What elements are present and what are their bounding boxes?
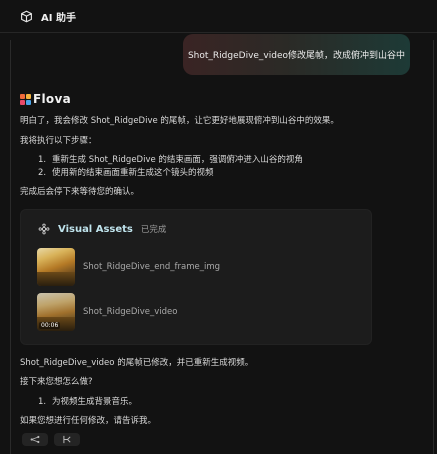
flova-logo-mark <box>20 93 31 105</box>
status-badge: 已完成 <box>140 225 167 235</box>
flova-logo: Flova <box>20 92 71 106</box>
assistant-header: AI 助手 <box>0 0 437 33</box>
next-question: 接下来您想怎么做? <box>20 377 93 387</box>
asset-name: Shot_RidgeDive_video <box>83 307 178 317</box>
assets-icon <box>38 223 50 235</box>
share-button[interactable] <box>22 433 48 446</box>
list-item: 1. 为视频生成背景音乐。 <box>38 397 138 407</box>
visual-assets-card: Visual Assets 已完成 Shot_RidgeDive_end_fra… <box>20 209 372 345</box>
steps-title: 我将执行以下步骤： <box>20 136 97 146</box>
user-message-bubble: Shot_RidgeDive_video修改尾帧，改成俯冲到山谷中 <box>183 34 410 75</box>
chat-frame-right <box>433 40 434 454</box>
closing-text: 如果您想进行任何修改，请告诉我。 <box>20 416 157 426</box>
user-message-text: Shot_RidgeDive_video修改尾帧，改成俯冲到山谷中 <box>187 51 406 61</box>
asset-thumbnail <box>37 248 75 286</box>
header-title: AI 助手 <box>41 12 76 24</box>
result-text: Shot_RidgeDive_video 的尾帧已修改，并已重新生成视频。 <box>20 358 254 368</box>
card-header: Visual Assets 已完成 <box>38 223 166 235</box>
video-duration: 00:06 <box>39 322 61 329</box>
branch-icon <box>62 435 71 444</box>
share-icon <box>30 435 40 444</box>
list-item: 1. 重新生成 Shot_RidgeDive 的结束画面，强调俯冲进入山谷的视角 <box>38 155 303 165</box>
asset-item-video[interactable]: 00:06 Shot_RidgeDive_video <box>37 293 178 331</box>
asset-name: Shot_RidgeDive_end_frame_img <box>83 262 221 272</box>
list-item: 2. 使用新的结束画面重新生成这个镜头的视频 <box>38 168 214 178</box>
brand-name: Flova <box>33 92 71 106</box>
card-title: Visual Assets <box>58 223 133 235</box>
asset-item-end-frame[interactable]: Shot_RidgeDive_end_frame_img <box>37 248 220 286</box>
assistant-intro: 明白了，我会修改 Shot_RidgeDive 的尾帧，让它更好地展现俯冲到山谷… <box>20 116 339 126</box>
wait-note: 完成后会停下来等待您的确认。 <box>20 187 140 197</box>
video-thumbnail: 00:06 <box>37 293 75 331</box>
cube-icon <box>21 10 32 22</box>
branch-button[interactable] <box>54 433 80 446</box>
chat-frame-left <box>10 40 11 454</box>
